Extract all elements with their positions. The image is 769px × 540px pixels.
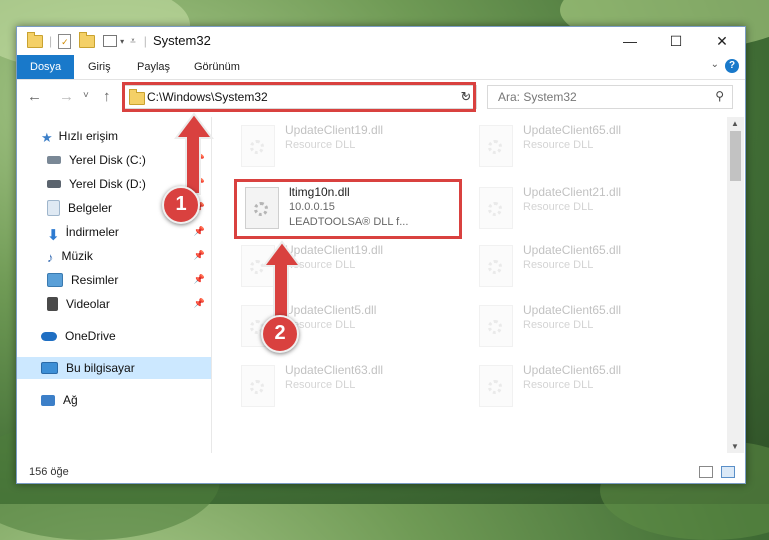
step-badge-1: 1 (162, 186, 200, 224)
arrow-1 (174, 112, 214, 195)
step-badge-2: 2 (261, 315, 299, 353)
arrow-2 (262, 240, 302, 321)
annotation-arrows (174, 112, 302, 321)
